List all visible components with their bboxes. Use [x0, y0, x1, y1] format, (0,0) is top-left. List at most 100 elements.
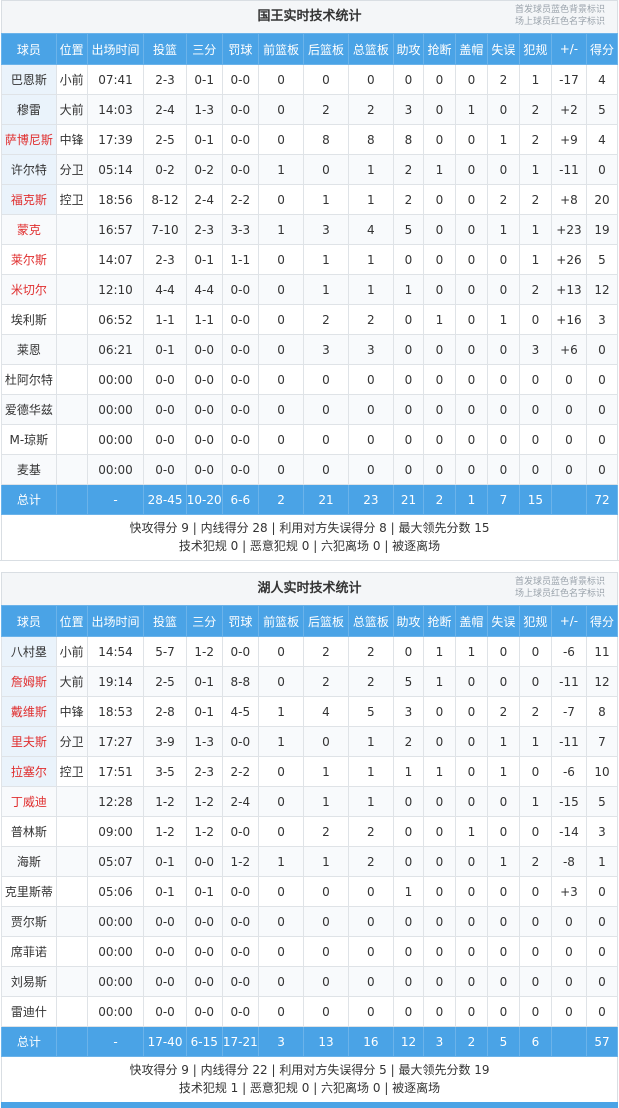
legend-note: 首发球员蓝色背景标识 场上球员红色名字标识 [515, 576, 605, 600]
stat-fg: 0-1 [143, 334, 187, 365]
player-name[interactable]: 米切尔 [1, 274, 57, 305]
player-name[interactable]: 丁威迪 [1, 786, 57, 817]
stat-minutes: 06:21 [86, 334, 145, 365]
stat-oreb: 0 [257, 124, 305, 155]
player-name[interactable]: 莱恩 [1, 334, 57, 365]
player-name[interactable]: 戴维斯 [1, 696, 57, 727]
total-minutes: - [86, 484, 145, 515]
stat-pf: 0 [518, 906, 552, 937]
stat-ast: 2 [393, 154, 424, 185]
player-name[interactable]: 福克斯 [1, 184, 57, 215]
stat-reb: 0 [347, 996, 395, 1027]
player-name[interactable]: 巴恩斯 [1, 64, 57, 95]
player-name[interactable]: 克里斯蒂 [1, 876, 57, 907]
stat-ast: 0 [393, 936, 424, 967]
player-name[interactable]: 萨博尼斯 [1, 124, 57, 155]
player-name[interactable]: 拉塞尔 [1, 756, 57, 787]
stat-stl: 1 [422, 756, 456, 787]
stat-reb: 1 [347, 726, 395, 757]
stat-pos [55, 394, 88, 425]
stat-three-pt: 0-1 [185, 876, 223, 907]
player-name[interactable]: 刘易斯 [1, 966, 57, 997]
stat-minutes: 09:00 [86, 816, 145, 847]
stat-plus-minus: -14 [550, 816, 587, 847]
stat-minutes: 17:27 [86, 726, 145, 757]
stat-ft: 2-2 [221, 756, 259, 787]
stat-stl: 1 [422, 666, 456, 697]
player-name[interactable]: 莱尔斯 [1, 244, 57, 275]
stat-pts: 1 [585, 846, 619, 877]
stat-minutes: 00:00 [86, 424, 145, 455]
player-name[interactable]: 海斯 [1, 846, 57, 877]
stat-reb: 0 [347, 906, 395, 937]
stat-fg: 1-2 [143, 786, 187, 817]
total-oreb: 3 [257, 1026, 305, 1057]
stat-oreb: 0 [257, 454, 305, 485]
total-blk: 1 [454, 484, 488, 515]
stat-three-pt: 0-0 [185, 334, 223, 365]
player-name[interactable]: 里夫斯 [1, 726, 57, 757]
player-row: 丁威迪 12:28 1-2 1-2 2-4 0 1 1 0 0 0 0 1 -15 5 [1, 786, 619, 817]
stat-ast: 5 [393, 214, 424, 245]
stat-pf: 0 [518, 304, 552, 335]
total-plus-minus [550, 1026, 587, 1057]
stats-table: 球员 位置 出场时间 投篮 三分 罚球 前篮板 后篮板 总篮板 助攻 抢断 盖帽 失误 犯规 +/- 得分 八村… [1, 605, 619, 1057]
stat-plus-minus: -15 [550, 786, 587, 817]
player-name[interactable]: 杜阿尔特 [1, 364, 57, 395]
stat-dreb: 0 [303, 996, 349, 1027]
stat-three-pt: 0-1 [185, 124, 223, 155]
stat-pos: 中锋 [55, 124, 88, 155]
player-name[interactable]: 贾尔斯 [1, 906, 57, 937]
stat-ft: 1-1 [221, 244, 259, 275]
stat-plus-minus: 0 [550, 996, 587, 1027]
stat-ft: 3-3 [221, 214, 259, 245]
bottom-bar [1, 1102, 618, 1108]
player-name[interactable]: 普林斯 [1, 816, 57, 847]
total-oreb: 2 [257, 484, 305, 515]
column-header-stl: 抢断 [422, 33, 456, 65]
player-row: 拉塞尔 控卫 17:51 3-5 2-3 2-2 0 1 1 1 1 0 1 0 -6 10 [1, 756, 619, 787]
stat-plus-minus: 0 [550, 454, 587, 485]
stat-dreb: 1 [303, 786, 349, 817]
stat-reb: 2 [347, 846, 395, 877]
player-row: 麦基 00:00 0-0 0-0 0-0 0 0 0 0 0 0 0 0 0 0 [1, 454, 619, 485]
stat-blk: 0 [454, 756, 488, 787]
stat-plus-minus: +8 [550, 184, 587, 215]
player-name[interactable]: 爱德华兹 [1, 394, 57, 425]
player-name[interactable]: 雷迪什 [1, 996, 57, 1027]
stat-ft: 0-0 [221, 304, 259, 335]
stat-minutes: 14:54 [86, 636, 145, 667]
stat-dreb: 0 [303, 454, 349, 485]
player-name[interactable]: 蒙克 [1, 214, 57, 245]
stat-fg: 0-0 [143, 966, 187, 997]
player-name[interactable]: M-琼斯 [1, 424, 57, 455]
player-name[interactable]: 埃利斯 [1, 304, 57, 335]
stat-tov: 0 [486, 636, 520, 667]
stat-stl: 0 [422, 816, 456, 847]
stat-blk: 0 [454, 154, 488, 185]
player-name[interactable]: 八村塁 [1, 636, 57, 667]
stat-ast: 0 [393, 636, 424, 667]
stat-pos: 分卫 [55, 154, 88, 185]
stat-dreb: 1 [303, 244, 349, 275]
player-name[interactable]: 詹姆斯 [1, 666, 57, 697]
total-tov: 5 [486, 1026, 520, 1057]
player-name[interactable]: 麦基 [1, 454, 57, 485]
stat-reb: 2 [347, 666, 395, 697]
stat-pos [55, 996, 88, 1027]
stat-plus-minus: 0 [550, 394, 587, 425]
stat-stl: 0 [422, 696, 456, 727]
stat-pts: 0 [585, 936, 619, 967]
player-name[interactable]: 穆雷 [1, 94, 57, 125]
stat-plus-minus: +13 [550, 274, 587, 305]
stat-pts: 19 [585, 214, 619, 245]
player-row: 埃利斯 06:52 1-1 1-1 0-0 0 2 2 0 1 0 1 0 +16 3 [1, 304, 619, 335]
totals-label: 总计 [1, 484, 57, 515]
stat-three-pt: 1-1 [185, 304, 223, 335]
stat-tov: 0 [486, 666, 520, 697]
stat-pf: 2 [518, 94, 552, 125]
player-name[interactable]: 席菲诺 [1, 936, 57, 967]
stat-tov: 1 [486, 214, 520, 245]
player-name[interactable]: 许尔特 [1, 154, 57, 185]
player-row: 爱德华兹 00:00 0-0 0-0 0-0 0 0 0 0 0 0 0 0 0 0 [1, 394, 619, 425]
